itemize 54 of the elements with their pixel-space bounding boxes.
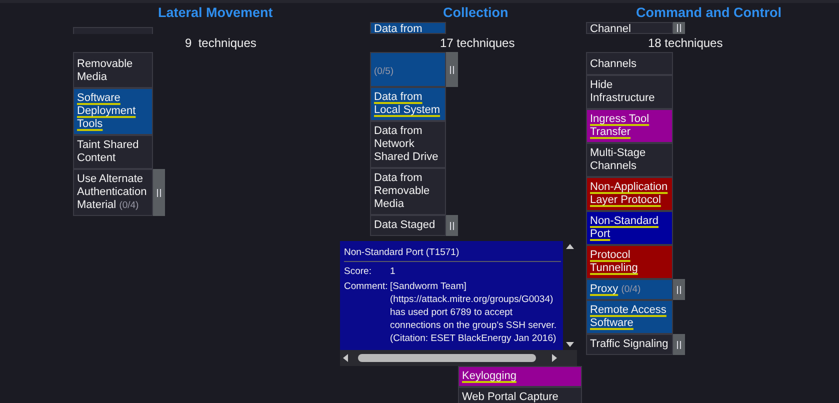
technique-cell[interactable]: Protocol Tunneling bbox=[586, 245, 673, 279]
technique-cell[interactable]: Data from Removable Media bbox=[370, 168, 446, 215]
expand-handle[interactable] bbox=[673, 279, 685, 300]
technique-cell[interactable]: Multi-Stage Channels bbox=[586, 143, 673, 177]
expand-handle[interactable] bbox=[446, 52, 458, 87]
grip-icon bbox=[157, 188, 161, 196]
technique-cell[interactable]: Software Deployment Tools bbox=[73, 88, 153, 135]
field-label: Score: bbox=[344, 265, 372, 278]
technique-cell[interactable]: Data from bbox=[370, 22, 446, 34]
technique-cell[interactable] bbox=[73, 27, 153, 34]
technique-cell[interactable]: Keylogging bbox=[458, 366, 582, 387]
grip-icon bbox=[450, 222, 454, 230]
field-label: Comment: bbox=[344, 280, 389, 294]
technique-cell[interactable]: Non-Standard Port bbox=[586, 211, 673, 245]
technique-cell[interactable]: Ingress Tool Transfer bbox=[586, 109, 673, 143]
expand-handle[interactable] bbox=[446, 215, 458, 236]
technique-cell[interactable]: Hide Infrastructure bbox=[586, 75, 673, 109]
tactic-header: Collection bbox=[443, 5, 510, 20]
technique-cell[interactable]: Data Staged bbox=[370, 215, 446, 236]
scroll-up-icon[interactable] bbox=[566, 244, 574, 249]
field-value: [Sandworm Team] (https://attack.mitre.org/groups/G0034) has used port 6789 to accept connections on the group's SSH server. (Citation: ESET BlackEnergy Jan 2016) bbox=[390, 280, 558, 345]
technique-count: 17 techniques bbox=[440, 36, 516, 50]
grip-icon bbox=[677, 340, 681, 348]
field-value: 1 bbox=[390, 265, 396, 278]
technique-cell[interactable]: Traffic Signaling bbox=[586, 334, 673, 355]
technique-cell[interactable]: Channel bbox=[586, 22, 673, 34]
scroll-thumb[interactable] bbox=[358, 354, 536, 362]
technique-cell[interactable]: Use Alternate Authentication Material (0/4) bbox=[73, 169, 153, 216]
expand-handle[interactable] bbox=[153, 169, 165, 216]
grip-icon bbox=[450, 66, 454, 74]
scroll-right-icon[interactable] bbox=[552, 354, 557, 362]
technique-cell[interactable]: Non-Application Layer Protocol bbox=[586, 177, 673, 211]
technique-cell[interactable]: Data from Network Shared Drive bbox=[370, 121, 446, 168]
expand-handle[interactable] bbox=[673, 334, 685, 355]
technique-cell[interactable]: Removable Media bbox=[73, 52, 153, 88]
technique-cell[interactable]: Remote Access Software bbox=[586, 300, 673, 334]
technique-cell[interactable]: Data from Local System bbox=[370, 87, 446, 121]
tactic-header: Lateral Movement bbox=[158, 5, 274, 20]
technique-cell[interactable]: Channels bbox=[586, 52, 673, 75]
horizontal-scrollbar[interactable] bbox=[340, 350, 577, 366]
technique-cell[interactable]: Taint Shared Content bbox=[73, 135, 153, 169]
technique-count: 9 techniques bbox=[185, 36, 258, 50]
scroll-left-icon[interactable] bbox=[343, 354, 348, 362]
technique-count: 18 techniques bbox=[648, 36, 723, 50]
technique-cell[interactable]: Web Portal Capture bbox=[458, 387, 582, 403]
technique-cell[interactable]: Proxy (0/4) bbox=[586, 279, 673, 300]
tooltip-title: Non-Standard Port (T1571) bbox=[344, 246, 561, 262]
subtechnique-count: (0/4) bbox=[621, 284, 641, 295]
grip-icon bbox=[677, 286, 681, 294]
tactic-header: Command and Control bbox=[636, 5, 782, 20]
subtechnique-count: (0/5) bbox=[374, 66, 394, 77]
grip-icon bbox=[677, 24, 681, 32]
expand-handle[interactable] bbox=[673, 22, 685, 34]
subtechnique-count: (0/4) bbox=[119, 200, 139, 211]
